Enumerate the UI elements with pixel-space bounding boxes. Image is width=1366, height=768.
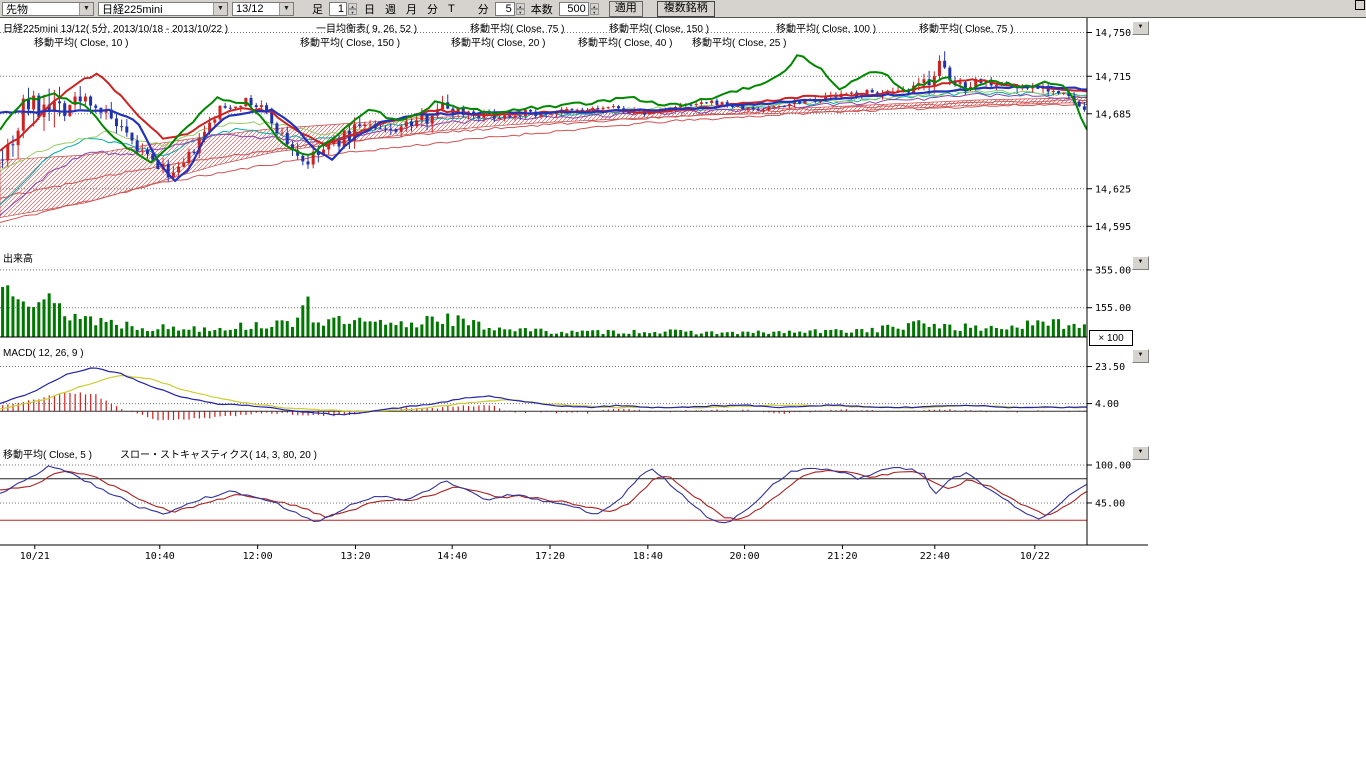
svg-text:14,625: 14,625 xyxy=(1095,184,1131,195)
volume-multiplier-box: × 100 xyxy=(1089,330,1133,346)
period-day-button[interactable]: 日 xyxy=(361,1,378,17)
bar-count-label: 本数 xyxy=(529,1,555,17)
svg-text:23.50: 23.50 xyxy=(1095,362,1125,373)
legend-ichimoku: 一目均衡表( 9, 26, 52 ) xyxy=(316,20,417,35)
contract-select[interactable]: 13/12 ▼ xyxy=(232,2,294,16)
legend-series-title: 日経225mini 13/12( 5分, 2013/10/18 - 2013/1… xyxy=(3,20,228,35)
minute-stepper[interactable]: 5 ▲ ▼ xyxy=(495,2,525,16)
market-select-arrow-icon[interactable]: ▼ xyxy=(79,3,93,15)
macd-pane-label: MACD( 12, 26, 9 ) xyxy=(3,348,84,359)
price-pane-collapse-button[interactable]: ▼ xyxy=(1132,21,1149,35)
legend-ma-150b: 移動平均( Close, 150 ) xyxy=(300,34,400,49)
svg-text:10/21: 10/21 xyxy=(20,551,50,562)
volume-pane-label: 出来高 xyxy=(3,250,33,265)
svg-text:10/22: 10/22 xyxy=(1020,551,1050,562)
stoch-pane-collapse-button[interactable]: ▼ xyxy=(1132,446,1149,460)
legend-ma-75b: 移動平均( Close, 75 ) xyxy=(919,20,1013,35)
bar-count-value: 500 xyxy=(559,2,589,16)
period-tick-button[interactable]: T xyxy=(445,3,458,15)
svg-text:20:00: 20:00 xyxy=(730,551,760,562)
period-week-button[interactable]: 週 xyxy=(382,1,399,17)
legend-ma-10: 移動平均( Close, 10 ) xyxy=(34,34,128,49)
svg-text:21:20: 21:20 xyxy=(827,551,857,562)
symbol-select[interactable]: 日経225mini ▼ xyxy=(98,2,228,16)
toolbar: 先物 ▼ 日経225mini ▼ 13/12 ▼ 足 1 ▲ ▼ 日 週 月 分… xyxy=(0,0,1366,18)
trading-chart-window: 14,750 14,715 14,685 14,625 14,595 355.00 155.… xyxy=(0,0,1366,768)
symbol-select-value: 日経225mini xyxy=(99,1,213,17)
svg-text:14,685: 14,685 xyxy=(1095,109,1131,120)
minute-label: 分 xyxy=(476,1,491,17)
symbol-select-arrow-icon[interactable]: ▼ xyxy=(213,3,227,15)
svg-text:45.00: 45.00 xyxy=(1095,498,1125,509)
market-select-value: 先物 xyxy=(3,1,79,17)
legend-ma-100: 移動平均( Close, 100 ) xyxy=(776,20,876,35)
svg-text:17:20: 17:20 xyxy=(535,551,565,562)
spin-down-icon[interactable]: ▼ xyxy=(516,9,525,15)
svg-text:155.00: 155.00 xyxy=(1095,303,1131,314)
svg-text:14,715: 14,715 xyxy=(1095,72,1131,83)
stoch-ma-label: 移動平均( Close, 5 ) xyxy=(3,446,92,461)
apply-button[interactable]: 適用 xyxy=(609,1,643,17)
bar-count-spin-buttons[interactable]: ▲ ▼ xyxy=(590,3,599,15)
spin-down-icon[interactable]: ▼ xyxy=(348,9,357,15)
spin-down-icon[interactable]: ▼ xyxy=(590,9,599,15)
svg-text:18:40: 18:40 xyxy=(633,551,663,562)
legend-ma-40: 移動平均( Close, 40 ) xyxy=(578,34,672,49)
svg-text:14:40: 14:40 xyxy=(437,551,467,562)
volume-pane-collapse-button[interactable]: ▼ xyxy=(1132,256,1149,270)
macd-pane-collapse-button[interactable]: ▼ xyxy=(1132,349,1149,363)
legend-ma-150: 移動平均( Close, 150 ) xyxy=(609,20,709,35)
legend-ma-25: 移動平均( Close, 25 ) xyxy=(692,34,786,49)
market-select[interactable]: 先物 ▼ xyxy=(2,2,94,16)
svg-text:13:20: 13:20 xyxy=(340,551,370,562)
bar-type-stepper[interactable]: 1 ▲ ▼ xyxy=(329,2,357,16)
bar-type-spin-buttons[interactable]: ▲ ▼ xyxy=(348,3,357,15)
bar-count-stepper[interactable]: 500 ▲ ▼ xyxy=(559,2,599,16)
multi-symbol-button[interactable]: 複数銘柄 xyxy=(657,1,715,17)
legend-ma-75: 移動平均( Close, 75 ) xyxy=(470,20,564,35)
svg-text:14,595: 14,595 xyxy=(1095,222,1131,233)
period-minute-button[interactable]: 分 xyxy=(424,1,441,17)
chart-canvas: 14,750 14,715 14,685 14,625 14,595 355.00 155.… xyxy=(0,0,1366,768)
svg-text:14,750: 14,750 xyxy=(1095,28,1131,39)
minute-value: 5 xyxy=(495,2,515,16)
svg-text:4.00: 4.00 xyxy=(1095,399,1119,410)
contract-select-arrow-icon[interactable]: ▼ xyxy=(279,3,293,15)
stochastics-label: スロー・ストキャスティクス( 14, 3, 80, 20 ) xyxy=(120,446,317,461)
svg-text:10:40: 10:40 xyxy=(145,551,175,562)
svg-text:100.00: 100.00 xyxy=(1095,461,1131,472)
svg-text:355.00: 355.00 xyxy=(1095,265,1131,276)
minute-spin-buttons[interactable]: ▲ ▼ xyxy=(516,3,525,15)
bar-type-value: 1 xyxy=(329,2,347,16)
bar-type-label: 足 xyxy=(310,1,325,17)
period-month-button[interactable]: 月 xyxy=(403,1,420,17)
legend-ma-20: 移動平均( Close, 20 ) xyxy=(451,34,545,49)
contract-select-value: 13/12 xyxy=(233,3,279,15)
svg-text:22:40: 22:40 xyxy=(920,551,950,562)
svg-text:12:00: 12:00 xyxy=(243,551,273,562)
window-corner-box xyxy=(1355,0,1365,10)
